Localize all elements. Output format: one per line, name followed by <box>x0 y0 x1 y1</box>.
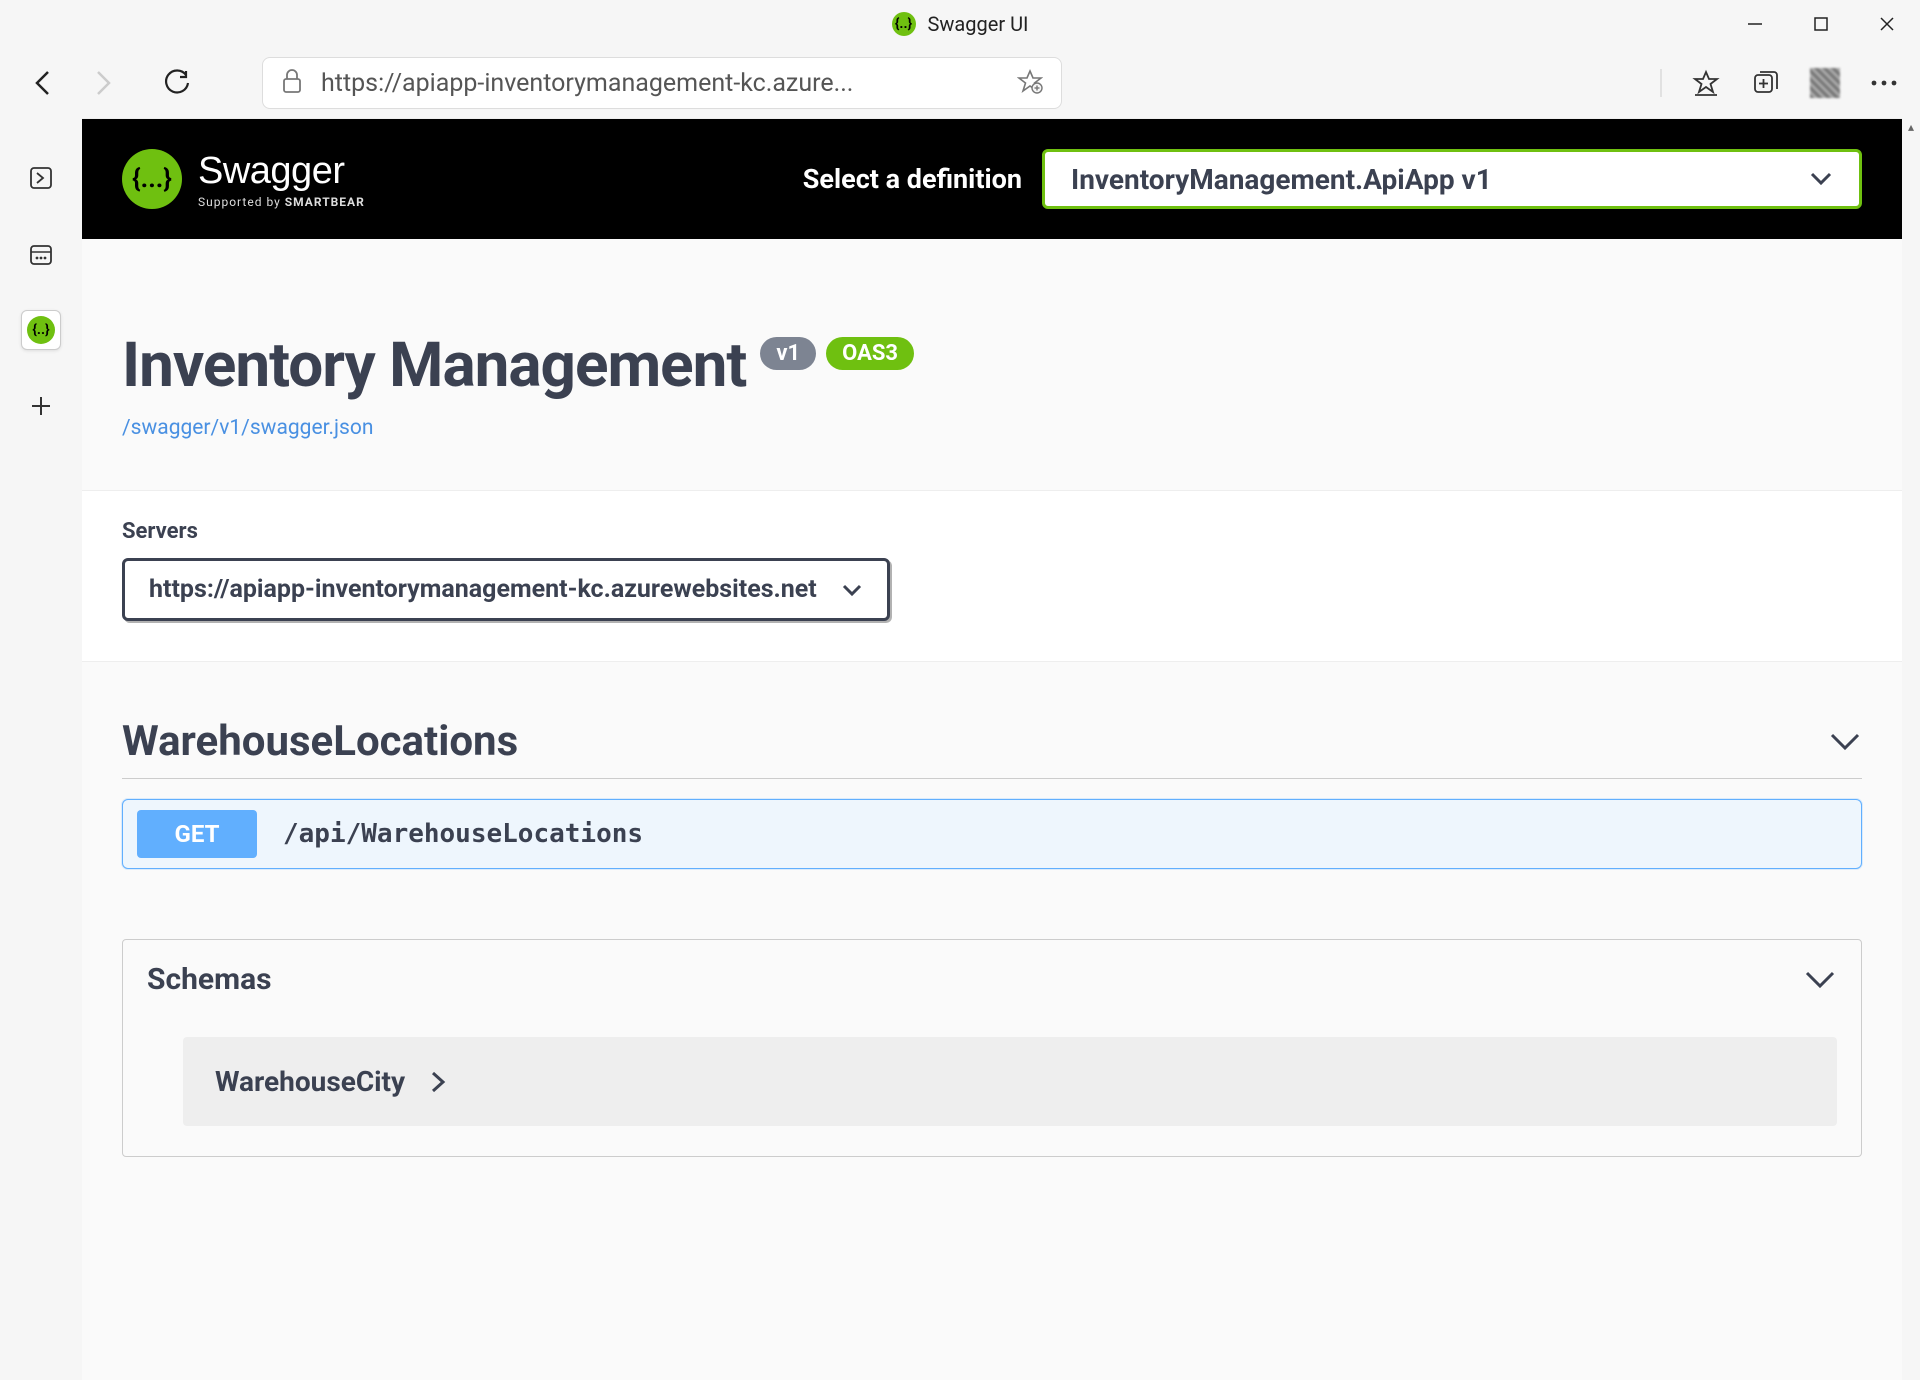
swagger-json-link[interactable]: /swagger/v1/swagger.json <box>122 416 1862 440</box>
tag-section: WarehouseLocations GET /api/WarehouseLoc… <box>82 662 1902 869</box>
api-title: Inventory Management <box>122 329 746 402</box>
brand-sub-prefix: Supported by <box>198 195 281 209</box>
titlebar-center: {..} Swagger UI <box>892 12 1029 36</box>
window-title: Swagger UI <box>928 12 1029 36</box>
scroll-up-icon[interactable]: ▴ <box>1902 118 1920 136</box>
lock-icon <box>281 68 303 98</box>
chevron-down-icon <box>1803 969 1837 991</box>
swagger-favicon-icon: {..} <box>892 12 916 36</box>
swagger-logo: {...} Swagger Supported by SMARTBEAR <box>122 149 365 209</box>
favorite-icon[interactable] <box>1017 68 1043 98</box>
maximize-button[interactable] <box>1788 0 1854 48</box>
definition-selector-area: Select a definition InventoryManagement.… <box>803 149 1862 209</box>
back-button[interactable] <box>20 59 68 107</box>
swagger-icon: {..} <box>27 316 55 344</box>
address-bar[interactable]: https://apiapp-inventorymanagement-kc.az… <box>262 57 1062 109</box>
sidebar-tab-active[interactable]: {..} <box>21 310 61 350</box>
more-menu-icon[interactable] <box>1868 67 1900 99</box>
divider <box>1660 67 1662 99</box>
favorites-bar-icon[interactable] <box>1690 67 1722 99</box>
vertical-scrollbar[interactable]: ▴ <box>1902 118 1920 1380</box>
edge-sidebar: {..} <box>0 118 82 1380</box>
oas-badge: OAS3 <box>826 337 914 370</box>
swagger-brand-name: Swagger <box>198 150 365 193</box>
forward-button[interactable] <box>78 59 126 107</box>
sidebar-add-button[interactable] <box>21 386 61 426</box>
schema-name: WarehouseCity <box>215 1065 405 1098</box>
chevron-down-icon <box>1828 731 1862 753</box>
definition-select[interactable]: InventoryManagement.ApiApp v1 <box>1042 149 1862 209</box>
browser-right-controls <box>1660 67 1900 99</box>
api-info: Inventory Management v1 OAS3 /swagger/v1… <box>82 239 1902 490</box>
tag-name: WarehouseLocations <box>122 717 518 766</box>
minimize-button[interactable] <box>1722 0 1788 48</box>
window-titlebar: {..} Swagger UI <box>0 0 1920 48</box>
schemas-title: Schemas <box>147 962 272 997</box>
tag-header[interactable]: WarehouseLocations <box>122 717 1862 779</box>
definition-label: Select a definition <box>803 163 1022 195</box>
chevron-right-icon <box>429 1069 447 1095</box>
operation-path: /api/WarehouseLocations <box>283 819 643 849</box>
servers-section: Servers https://apiapp-inventorymanageme… <box>82 490 1902 662</box>
operation-get[interactable]: GET /api/WarehouseLocations <box>122 799 1862 869</box>
schema-item[interactable]: WarehouseCity <box>183 1037 1837 1126</box>
close-button[interactable] <box>1854 0 1920 48</box>
sidebar-tab-2[interactable] <box>21 234 61 274</box>
browser-toolbar: https://apiapp-inventorymanagement-kc.az… <box>0 48 1920 118</box>
version-badge: v1 <box>760 337 816 370</box>
swagger-logo-icon: {...} <box>122 149 182 209</box>
servers-label: Servers <box>122 519 1862 544</box>
brand-sub-bold: SMARTBEAR <box>285 195 365 209</box>
servers-select[interactable]: https://apiapp-inventorymanagement-kc.az… <box>122 558 890 621</box>
schemas-header[interactable]: Schemas <box>123 940 1861 1019</box>
page-content: {...} Swagger Supported by SMARTBEAR Sel… <box>82 118 1902 1380</box>
window-controls <box>1722 0 1920 48</box>
refresh-button[interactable] <box>154 59 202 107</box>
schemas-section: Schemas WarehouseCity <box>122 939 1862 1157</box>
http-method-badge: GET <box>137 810 257 858</box>
chevron-down-icon <box>841 583 863 597</box>
profile-avatar[interactable] <box>1810 68 1840 98</box>
chevron-down-icon <box>1809 171 1833 187</box>
collections-icon[interactable] <box>1750 67 1782 99</box>
sidebar-tab-1[interactable] <box>21 158 61 198</box>
swagger-topbar: {...} Swagger Supported by SMARTBEAR Sel… <box>82 119 1902 239</box>
servers-selected: https://apiapp-inventorymanagement-kc.az… <box>149 575 817 604</box>
swagger-brand-sub: Supported by SMARTBEAR <box>198 195 365 209</box>
address-url: https://apiapp-inventorymanagement-kc.az… <box>321 69 999 98</box>
definition-selected: InventoryManagement.ApiApp v1 <box>1071 163 1492 196</box>
